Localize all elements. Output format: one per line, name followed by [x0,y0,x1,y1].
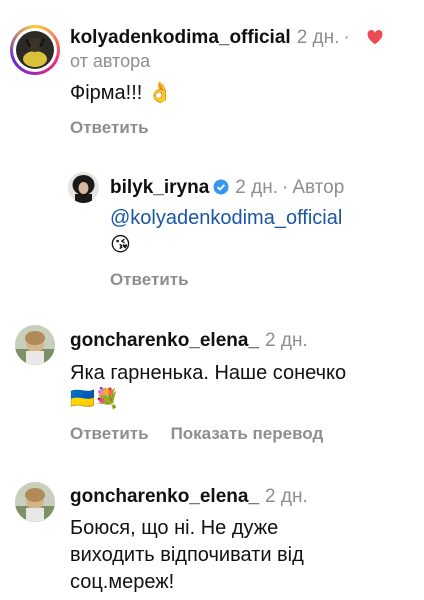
username[interactable]: goncharenko_elena_ [70,330,259,351]
comment-time: 2 дн. [296,27,340,48]
translate-button[interactable]: Показать перевод [171,424,324,443]
comment-text: Фірма!!! [70,82,143,104]
kiss-emoji: 😘 [110,234,131,256]
avatar[interactable] [15,325,55,365]
username[interactable]: kolyadenkodima_official [70,27,291,48]
heart-icon[interactable] [367,30,383,45]
avatar[interactable] [10,25,60,75]
avatar-image [13,28,57,72]
comment-time: 2 дн. [265,330,308,351]
separator: · [343,27,350,48]
avatar[interactable] [15,482,55,522]
ok-hand-emoji: 👌 [147,82,173,104]
author-label: Автор [292,177,345,198]
avatar-image [68,172,99,203]
username[interactable]: bilyk_iryna [110,177,209,198]
reply-button[interactable]: Ответить [70,424,149,443]
comment-time: 2 дн. [265,486,308,507]
comment-text-line: Боюся, що ні. Не дуже [70,517,279,539]
comment-text-line: соц.мереж! [70,571,175,593]
comment-text-line: виходить відпочивати від [70,544,304,566]
avatar-image [15,482,55,522]
avatar[interactable] [68,172,99,203]
avatar-image [15,325,55,365]
comment-text: Яка гарненька. Наше сонечко [70,362,347,384]
mention-link[interactable]: @kolyadenkodima_official [110,207,342,229]
separator: · [282,177,289,198]
verified-icon [213,179,229,195]
author-tag: от автора [70,51,151,71]
reply-button[interactable]: Ответить [70,118,149,137]
username[interactable]: goncharenko_elena_ [70,486,259,507]
flag-flower-emoji: 🇺🇦💐 [70,388,120,410]
comment-time: 2 дн. [235,177,278,198]
comment-text-wrap: Фірма!!! 👌 [70,80,173,107]
reply-button[interactable]: Ответить [110,270,189,289]
